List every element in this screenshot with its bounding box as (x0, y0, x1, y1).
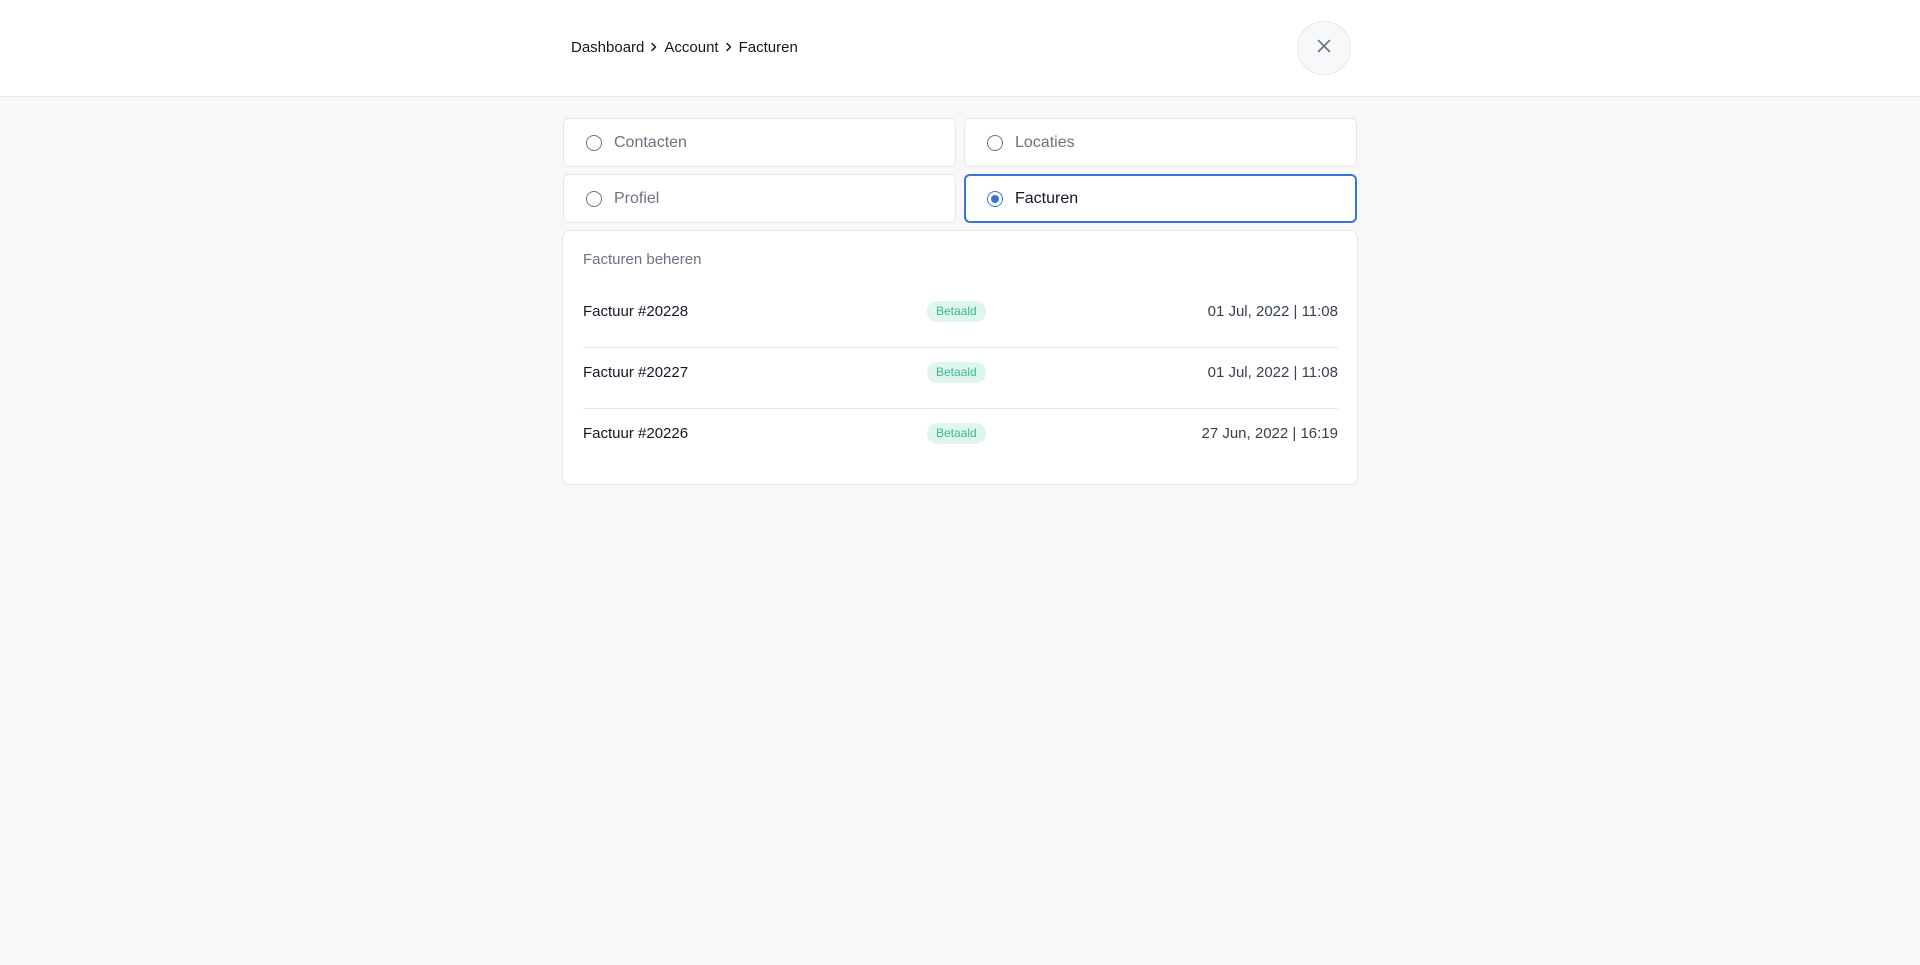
invoices-panel: Facturen beheren Factuur #20228 Betaald … (562, 230, 1358, 485)
option-locaties[interactable]: Locaties (964, 118, 1357, 167)
breadcrumb-account[interactable]: Account (664, 39, 718, 56)
invoice-name: Factuur #20228 (583, 303, 689, 320)
breadcrumb-dashboard[interactable]: Dashboard (571, 39, 644, 56)
close-button[interactable] (1297, 21, 1351, 75)
option-profiel[interactable]: Profiel (563, 174, 956, 223)
invoice-row[interactable]: Factuur #20228 Betaald 01 Jul, 2022 | 11… (583, 287, 1338, 348)
option-facturen[interactable]: Facturen (964, 174, 1357, 223)
invoice-row[interactable]: Factuur #20226 Betaald 27 Jun, 2022 | 16… (583, 409, 1338, 470)
invoice-name: Factuur #20227 (583, 364, 689, 381)
radio-icon (586, 134, 602, 151)
invoice-name: Factuur #20226 (583, 425, 689, 442)
chevron-right-icon (719, 38, 739, 56)
option-label: Contacten (614, 133, 687, 151)
panel-title: Facturen beheren (583, 251, 702, 268)
radio-icon (586, 190, 602, 207)
section-options: Contacten Locaties Profiel Facturen (563, 118, 1357, 223)
option-contacten[interactable]: Contacten (563, 118, 956, 167)
option-label: Facturen (1015, 189, 1079, 207)
radio-icon (987, 134, 1003, 151)
breadcrumb: Dashboard Account Facturen (571, 38, 798, 56)
invoice-date: 01 Jul, 2022 | 11:08 (1207, 364, 1338, 381)
invoice-date: 01 Jul, 2022 | 11:08 (1207, 303, 1338, 320)
invoice-date: 27 Jun, 2022 | 16:19 (1201, 425, 1338, 442)
radio-selected-icon (987, 190, 1003, 207)
option-label: Locaties (1015, 133, 1075, 151)
close-icon (1316, 38, 1332, 59)
option-label: Profiel (614, 189, 660, 207)
chevron-right-icon (644, 38, 664, 56)
status-badge: Betaald (927, 423, 986, 444)
invoice-list: Factuur #20228 Betaald 01 Jul, 2022 | 11… (583, 287, 1338, 470)
top-bar: Dashboard Account Facturen (0, 0, 1920, 97)
status-badge: Betaald (927, 301, 986, 322)
status-badge: Betaald (927, 362, 986, 383)
breadcrumb-facturen[interactable]: Facturen (739, 39, 798, 56)
invoice-row[interactable]: Factuur #20227 Betaald 01 Jul, 2022 | 11… (583, 348, 1338, 409)
